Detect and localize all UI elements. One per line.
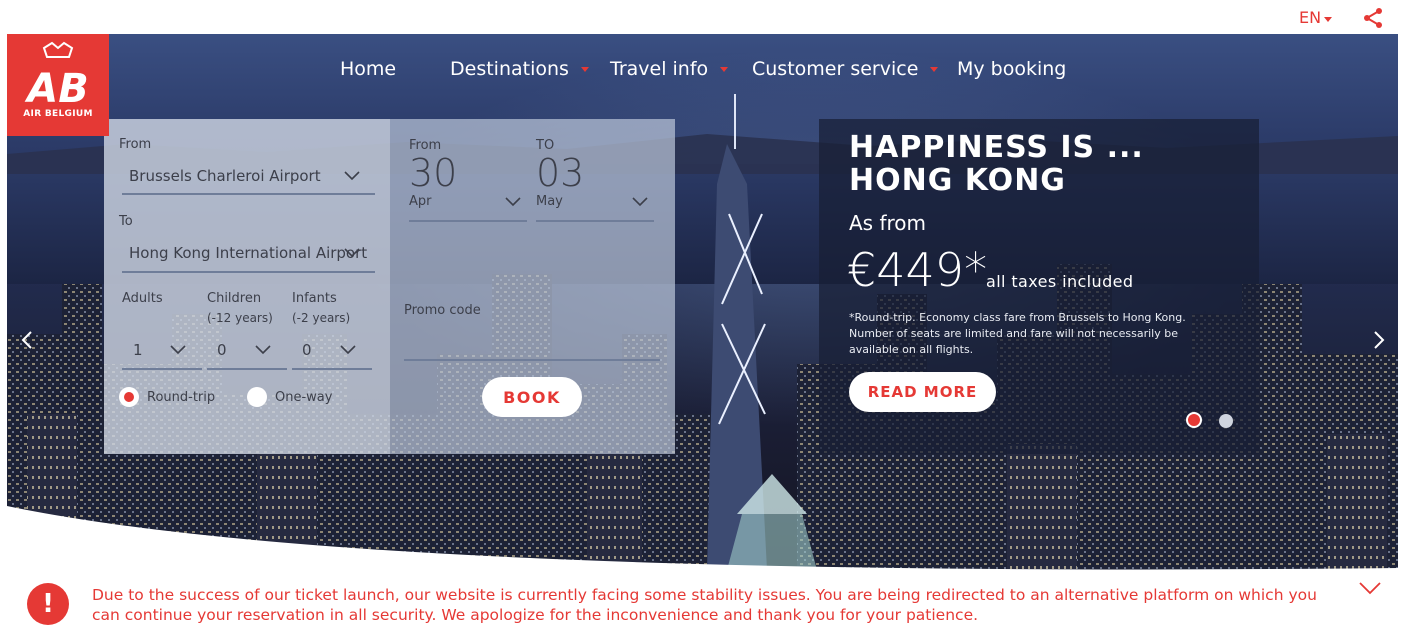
share-icon[interactable] (1362, 7, 1384, 29)
alert-icon: ! (27, 583, 69, 625)
caret-down-icon (1324, 16, 1333, 22)
children-value: 0 (217, 341, 227, 359)
carousel-dot-2[interactable] (1219, 414, 1233, 428)
return-month: May (536, 194, 563, 209)
infants-value: 0 (302, 341, 312, 359)
from-airport-select[interactable]: Brussels Charleroi Airport (122, 163, 375, 197)
to-airport-select[interactable]: Hong Kong International Airport (122, 240, 375, 274)
promo-taxes-note: all taxes included (986, 272, 1134, 291)
chevron-down-icon (170, 345, 186, 355)
oneway-label[interactable]: One-way (275, 390, 332, 405)
promo-title: HAPPINESS IS ... HONG KONG (849, 130, 1144, 198)
promo-code-label: Promo code (404, 303, 481, 318)
chevron-down-icon (344, 171, 360, 181)
chevron-down-icon (632, 197, 648, 207)
chevron-down-icon (340, 345, 356, 355)
to-airport-value: Hong Kong International Airport (129, 244, 368, 262)
nav-label: My booking (957, 58, 1067, 80)
roundtrip-radio[interactable] (119, 387, 139, 407)
from-airport-value: Brussels Charleroi Airport (129, 167, 321, 185)
nav-item-customer-service[interactable]: Customer service (752, 58, 957, 80)
departure-day: 30 (409, 151, 458, 195)
main-navigation: Home Destinations Travel info Customer s… (340, 58, 1066, 80)
from-label: From (119, 137, 152, 152)
chevron-down-icon[interactable] (1358, 580, 1382, 596)
nav-item-my-booking[interactable]: My booking (957, 58, 1066, 80)
promo-code-input[interactable] (404, 329, 660, 359)
language-selector[interactable]: EN (1299, 8, 1333, 27)
promo-fare-disclaimer: *Round-trip. Economy class fare from Bru… (849, 311, 1186, 356)
chevron-down-icon (505, 197, 521, 207)
chevron-down-icon (344, 248, 360, 258)
children-select[interactable]: 0 (207, 335, 287, 371)
nav-item-destinations[interactable]: Destinations (450, 58, 610, 80)
adults-value: 1 (133, 341, 143, 359)
field-underline (292, 368, 372, 370)
infants-label: Infants (292, 291, 337, 306)
field-underline (409, 220, 527, 222)
nav-item-home[interactable]: Home (340, 58, 450, 80)
field-underline (404, 359, 660, 361)
children-age-hint: (-12 years) (207, 311, 273, 325)
field-underline (207, 368, 287, 370)
hero-bottom-curve (7, 506, 1398, 570)
chevron-right-icon[interactable] (1372, 330, 1386, 350)
crown-icon: AB (24, 41, 89, 109)
promo-price: €449* (847, 243, 988, 297)
field-underline (122, 368, 202, 370)
return-day: 03 (536, 151, 585, 195)
infants-age-hint: (-2 years) (292, 311, 351, 325)
booking-form-route-panel: From Brussels Charleroi Airport To Hong … (104, 119, 390, 454)
roundtrip-label[interactable]: Round-trip (147, 390, 215, 405)
read-more-button[interactable]: READ MORE (849, 372, 996, 412)
promo-panel: HAPPINESS IS ... HONG KONG As from €449*… (819, 119, 1259, 454)
to-label: To (119, 214, 133, 229)
notice-message: Due to the success of our ticket launch,… (92, 586, 1317, 624)
logo-brand-text: AIR BELGIUM (23, 109, 93, 119)
children-label: Children (207, 291, 262, 306)
field-underline (536, 220, 654, 222)
departure-month: Apr (409, 194, 432, 209)
adults-select[interactable]: 1 (122, 335, 202, 371)
chevron-left-icon[interactable] (20, 330, 34, 350)
language-label: EN (1299, 8, 1322, 27)
logo-monogram: AB (24, 66, 88, 109)
oneway-radio[interactable] (247, 387, 267, 407)
chevron-down-icon (255, 345, 271, 355)
top-utility-bar: EN (0, 0, 1402, 34)
return-date-picker[interactable]: 03 May (536, 151, 654, 223)
field-underline (122, 193, 375, 195)
infants-select[interactable]: 0 (292, 335, 372, 371)
nav-label: Travel info (610, 58, 709, 80)
caret-down-icon (930, 66, 939, 72)
caret-down-icon (580, 66, 589, 72)
nav-label: Destinations (450, 58, 569, 80)
adults-label: Adults (122, 291, 163, 306)
air-belgium-logo[interactable]: AB AIR BELGIUM (7, 34, 109, 136)
nav-item-travel-info[interactable]: Travel info (610, 58, 752, 80)
book-button[interactable]: BOOK (482, 377, 582, 417)
field-underline (122, 271, 375, 273)
carousel-dot-1[interactable] (1186, 412, 1202, 428)
nav-label: Customer service (752, 58, 919, 80)
departure-date-picker[interactable]: 30 Apr (409, 151, 527, 223)
caret-down-icon (720, 66, 729, 72)
promo-as-from: As from (849, 211, 927, 235)
nav-label: Home (340, 58, 397, 80)
